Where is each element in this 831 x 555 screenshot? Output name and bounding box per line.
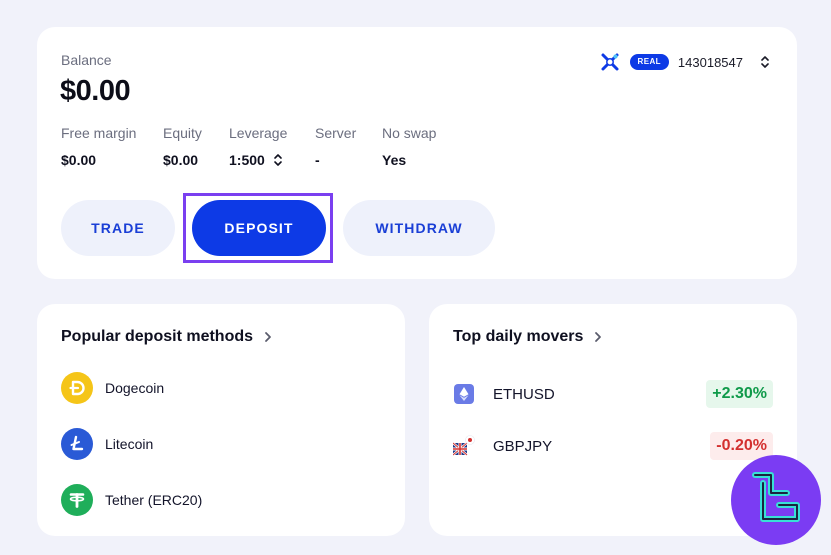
tether-icon xyxy=(61,484,93,516)
stat-label: No swap xyxy=(382,125,437,141)
deposit-method-tether[interactable]: Tether (ERC20) xyxy=(61,484,202,516)
stat-label: Free margin xyxy=(61,125,137,141)
stat-free-margin: Free margin $0.00 xyxy=(61,125,163,169)
mover-change-badge: +2.30% xyxy=(706,380,773,408)
stat-value: $0.00 xyxy=(61,152,97,168)
daily-movers-title[interactable]: Top daily movers xyxy=(453,328,602,346)
brand-logo-icon xyxy=(599,51,621,73)
stat-server: Server - xyxy=(315,125,382,169)
watermark-logo xyxy=(731,455,821,545)
deposit-methods-card: Popular deposit methods Dogecoin Litecoi… xyxy=(37,304,405,536)
litecoin-icon xyxy=(61,428,93,460)
ethereum-icon xyxy=(453,383,475,405)
gbp-jpy-flags-icon xyxy=(453,435,475,457)
method-name: Litecoin xyxy=(105,436,154,452)
withdraw-button[interactable]: WITHDRAW xyxy=(343,200,495,256)
method-name: Dogecoin xyxy=(105,380,165,396)
stat-value: Yes xyxy=(382,152,407,168)
stat-leverage: Leverage 1:500 xyxy=(229,125,315,169)
mover-row-gbpjpy[interactable]: GBPJPY -0.20% xyxy=(453,432,773,460)
trade-button[interactable]: TRADE xyxy=(61,200,175,256)
real-account-badge: REAL xyxy=(629,54,669,70)
mover-row-ethusd[interactable]: ETHUSD +2.30% xyxy=(453,380,773,408)
stat-no-swap: No swap Yes xyxy=(382,125,452,169)
section-title-text: Top daily movers xyxy=(453,328,584,345)
stat-value: 1:500 xyxy=(229,152,265,168)
account-number: 143018547 xyxy=(677,54,743,70)
tradingfinder-logo-icon xyxy=(752,472,800,522)
account-stats: Free margin $0.00 Equity $0.00 Leverage … xyxy=(61,125,452,169)
stat-label: Equity xyxy=(163,125,202,141)
mover-symbol: GBPJPY xyxy=(493,437,553,455)
chevron-up-down-icon[interactable] xyxy=(273,152,283,168)
deposit-method-litecoin[interactable]: Litecoin xyxy=(61,428,153,460)
balance-label: Balance xyxy=(61,52,112,68)
stat-value: $0.00 xyxy=(163,152,199,168)
stat-equity: Equity $0.00 xyxy=(163,125,229,169)
deposit-button[interactable]: DEPOSIT xyxy=(192,200,326,256)
chevron-up-down-icon[interactable] xyxy=(759,53,771,71)
account-summary-card: Balance $0.00 REAL 143018547 Free margin… xyxy=(37,27,797,279)
stat-label: Server xyxy=(315,125,357,141)
method-name: Tether (ERC20) xyxy=(105,492,203,508)
chevron-right-icon[interactable] xyxy=(594,331,602,343)
mover-symbol: ETHUSD xyxy=(493,385,555,403)
account-switcher[interactable]: REAL 143018547 xyxy=(599,51,771,73)
deposit-method-dogecoin[interactable]: Dogecoin xyxy=(61,372,164,404)
deposit-methods-title[interactable]: Popular deposit methods xyxy=(61,328,272,346)
balance-value: $0.00 xyxy=(60,75,131,107)
leverage-selector[interactable]: 1:500 xyxy=(229,151,315,169)
section-title-text: Popular deposit methods xyxy=(61,328,254,345)
stat-value: - xyxy=(315,152,320,168)
chevron-right-icon[interactable] xyxy=(264,331,272,343)
dogecoin-icon xyxy=(61,372,93,404)
stat-label: Leverage xyxy=(229,125,288,141)
